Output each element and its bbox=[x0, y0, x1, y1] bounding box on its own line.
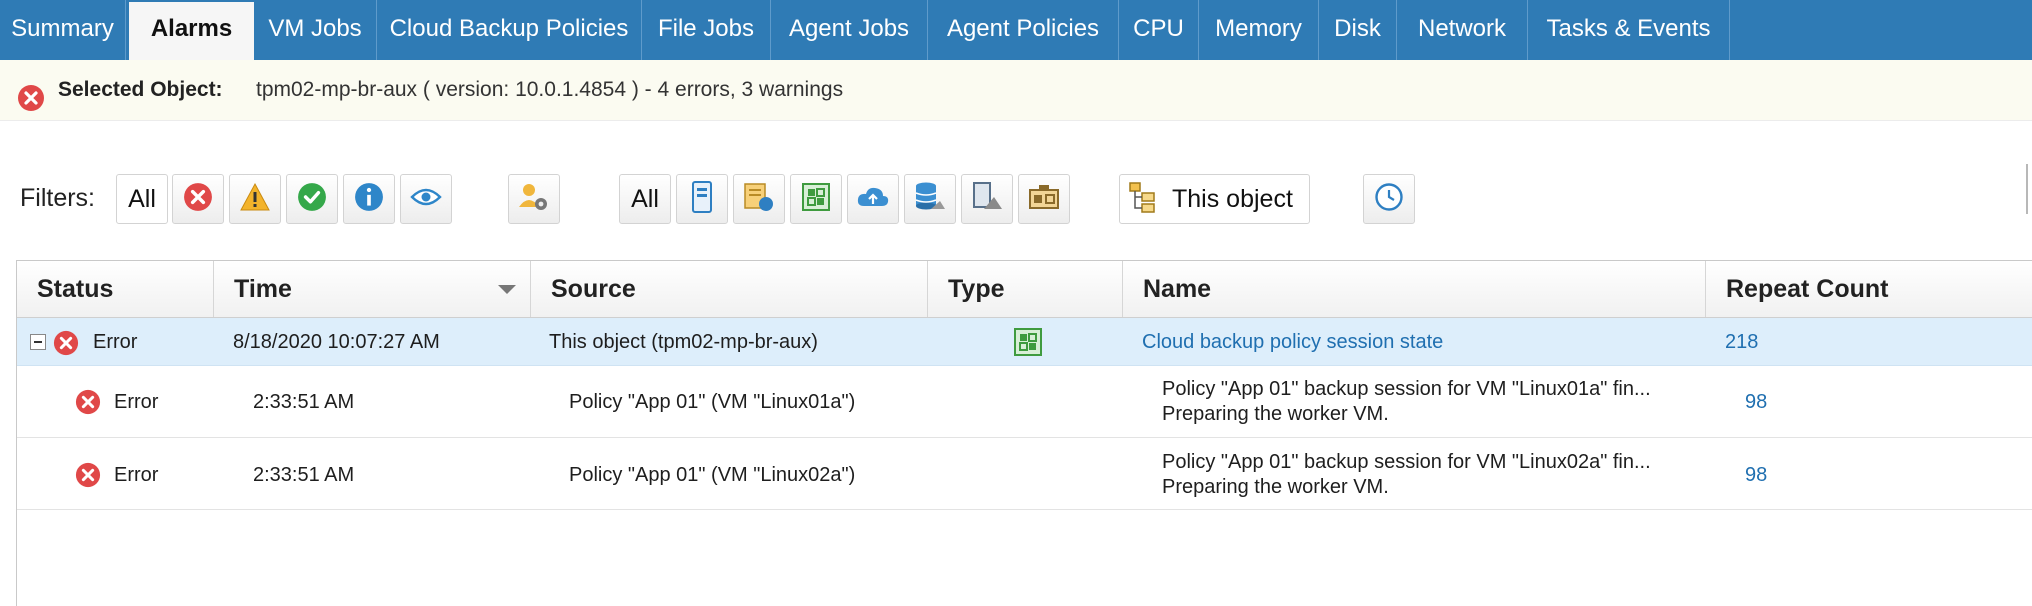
filter-file-job-button[interactable] bbox=[790, 174, 842, 224]
sort-descending-icon bbox=[498, 285, 516, 294]
tab-disk[interactable]: Disk bbox=[1319, 0, 1397, 60]
column-header-repeat-count[interactable]: Repeat Count bbox=[1706, 261, 2032, 317]
file-job-icon bbox=[801, 182, 831, 217]
column-header-time[interactable]: Time bbox=[214, 261, 531, 317]
row-status: Error bbox=[114, 464, 159, 486]
error-icon bbox=[53, 330, 79, 356]
tab-vm-jobs[interactable]: VM Jobs bbox=[254, 0, 377, 60]
filter-success-button[interactable] bbox=[286, 174, 338, 224]
scope-selector-label: This object bbox=[1172, 184, 1293, 213]
tab-file-jobs[interactable]: File Jobs bbox=[642, 0, 771, 60]
table-row[interactable]: Error 2:33:51 AM Policy "App 01" (VM "Li… bbox=[17, 366, 2032, 438]
filter-watch-button[interactable] bbox=[400, 174, 452, 224]
filter-settings-button[interactable] bbox=[508, 174, 560, 224]
column-header-type[interactable]: Type bbox=[928, 261, 1123, 317]
alarms-grid: Status Time Source Type Name Repeat Coun… bbox=[16, 260, 2032, 606]
filter-warning-button[interactable] bbox=[229, 174, 281, 224]
filters-toolbar: Filters: All All This object bbox=[0, 164, 2032, 236]
row-name-line2: Preparing the worker VM. bbox=[1162, 403, 1389, 425]
filter-proxy-button[interactable] bbox=[1018, 174, 1070, 224]
row-name: Policy "App 01" backup session for VM "L… bbox=[1162, 377, 1651, 427]
filter-cloud-button[interactable] bbox=[847, 174, 899, 224]
row-repeat-count[interactable]: 98 bbox=[1745, 461, 1767, 489]
filter-time-button[interactable] bbox=[1363, 174, 1415, 224]
tab-cpu[interactable]: CPU bbox=[1119, 0, 1199, 60]
row-source: Policy "App 01" (VM "Linux02a") bbox=[569, 464, 856, 486]
user-settings-icon bbox=[517, 181, 551, 218]
filter-agent-button[interactable] bbox=[961, 174, 1013, 224]
column-header-source[interactable]: Source bbox=[531, 261, 928, 317]
filter-vm-button[interactable] bbox=[676, 174, 728, 224]
row-name-line1: Policy "App 01" backup session for VM "L… bbox=[1162, 451, 1651, 473]
hierarchy-icon bbox=[1128, 181, 1156, 218]
collapse-toggle[interactable] bbox=[30, 334, 46, 350]
error-icon bbox=[75, 389, 101, 415]
proxy-icon bbox=[1027, 182, 1061, 217]
row-name-link[interactable]: Cloud backup policy session state bbox=[1142, 318, 1443, 366]
tab-network[interactable]: Network bbox=[1397, 0, 1528, 60]
agent-icon bbox=[970, 181, 1004, 218]
filter-status-all-button[interactable]: All bbox=[116, 174, 168, 224]
info-icon bbox=[354, 182, 384, 217]
row-time: 8/18/2020 10:07:27 AM bbox=[233, 331, 440, 353]
row-time: 2:33:51 AM bbox=[253, 391, 355, 413]
row-status: Error bbox=[93, 331, 138, 353]
filter-storage-button[interactable] bbox=[904, 174, 956, 224]
column-header-time-label: Time bbox=[234, 275, 292, 303]
tab-cloud-backup-policies[interactable]: Cloud Backup Policies bbox=[377, 0, 642, 60]
tab-tasks-events[interactable]: Tasks & Events bbox=[1528, 0, 1730, 60]
filters-label: Filters: bbox=[20, 184, 95, 212]
cloud-icon bbox=[856, 184, 890, 215]
error-icon bbox=[75, 462, 101, 488]
scope-selector-button[interactable]: This object bbox=[1119, 174, 1310, 224]
storage-icon bbox=[913, 181, 947, 218]
selected-object-label: Selected Object: bbox=[58, 78, 223, 101]
selected-object-bar: Selected Object: tpm02-mp-br-aux ( versi… bbox=[0, 60, 2032, 121]
table-row[interactable]: Error 8/18/2020 10:07:27 AM This object … bbox=[17, 318, 2032, 366]
filter-info-button[interactable] bbox=[343, 174, 395, 224]
column-header-name[interactable]: Name bbox=[1123, 261, 1706, 317]
tab-alarms[interactable]: Alarms bbox=[129, 2, 254, 60]
warning-icon bbox=[239, 182, 271, 217]
success-icon bbox=[297, 182, 327, 217]
toolbar-separator bbox=[2026, 164, 2028, 214]
tab-agent-jobs[interactable]: Agent Jobs bbox=[771, 0, 928, 60]
grid-header: Status Time Source Type Name Repeat Coun… bbox=[17, 261, 2032, 318]
filter-cloud-backup-button[interactable] bbox=[733, 174, 785, 224]
tab-bar: Summary Alarms VM Jobs Cloud Backup Poli… bbox=[0, 0, 2032, 60]
cloud-backup-policy-icon bbox=[1013, 327, 1043, 357]
row-repeat-count[interactable]: 98 bbox=[1745, 388, 1767, 416]
tab-agent-policies[interactable]: Agent Policies bbox=[928, 0, 1119, 60]
row-name-line2: Preparing the worker VM. bbox=[1162, 476, 1389, 498]
row-name: Policy "App 01" backup session for VM "L… bbox=[1162, 450, 1651, 500]
row-status: Error bbox=[114, 391, 159, 413]
clock-icon bbox=[1374, 182, 1404, 217]
column-header-status[interactable]: Status bbox=[17, 261, 214, 317]
cloud-backup-policy-icon bbox=[742, 180, 776, 219]
table-row[interactable]: Error 2:33:51 AM Policy "App 01" (VM "Li… bbox=[17, 438, 2032, 510]
filter-error-button[interactable] bbox=[172, 174, 224, 224]
error-icon bbox=[183, 182, 213, 217]
tab-summary[interactable]: Summary bbox=[0, 0, 126, 60]
watch-icon bbox=[410, 185, 442, 214]
tab-memory[interactable]: Memory bbox=[1199, 0, 1319, 60]
row-time: 2:33:51 AM bbox=[253, 464, 355, 486]
row-name-line1: Policy "App 01" backup session for VM "L… bbox=[1162, 378, 1651, 400]
selected-object-value: tpm02-mp-br-aux ( version: 10.0.1.4854 )… bbox=[256, 78, 844, 101]
error-icon bbox=[17, 76, 45, 136]
row-source: Policy "App 01" (VM "Linux01a") bbox=[569, 391, 856, 413]
row-repeat-count[interactable]: 218 bbox=[1725, 318, 1758, 366]
vm-icon bbox=[691, 180, 713, 219]
filter-type-all-button[interactable]: All bbox=[619, 174, 671, 224]
row-source: This object (tpm02-mp-br-aux) bbox=[549, 331, 818, 353]
